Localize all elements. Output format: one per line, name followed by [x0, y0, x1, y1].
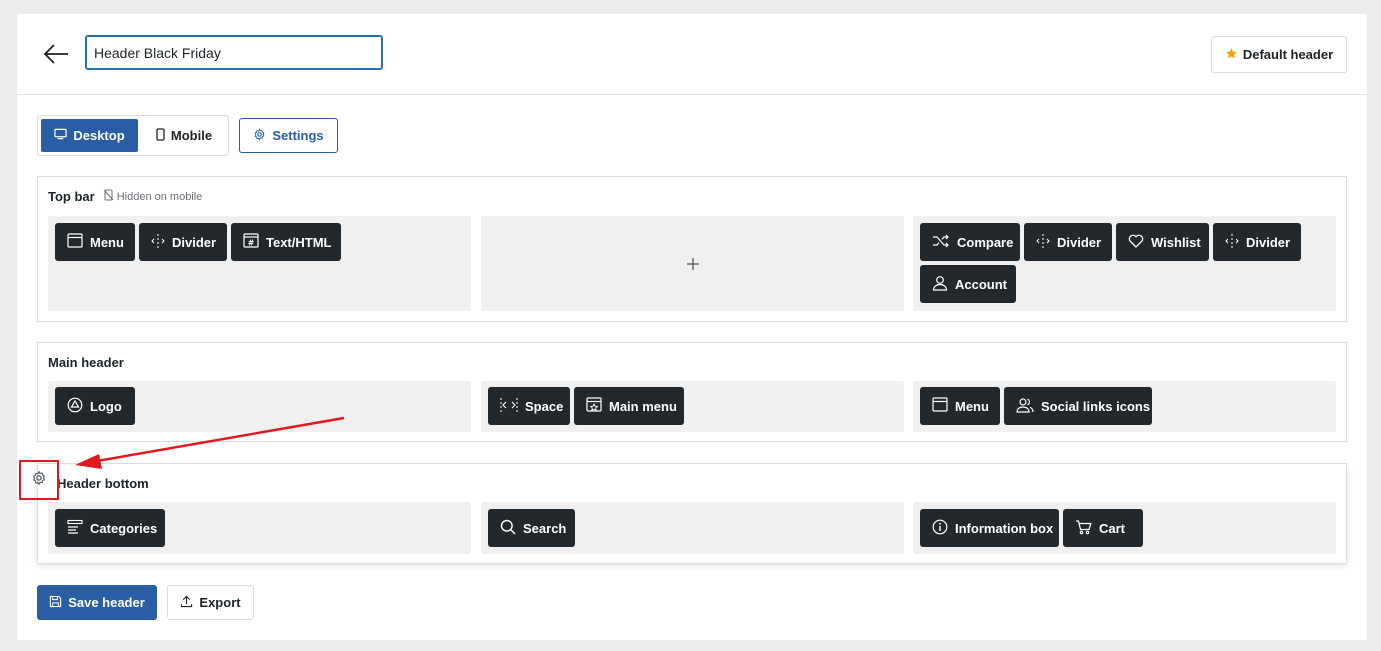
- builder-topbar: Default header: [17, 14, 1367, 95]
- chip-label: Categories: [90, 520, 158, 536]
- chip-label: Menu: [90, 234, 124, 250]
- chip-label: Information box: [955, 520, 1054, 536]
- element-chip[interactable]: Compare: [920, 223, 1020, 261]
- chip-label: Text/HTML: [266, 234, 332, 250]
- hidden-on-mobile-text: Hidden on mobile: [116, 190, 203, 203]
- menu-window-icon: [932, 397, 948, 415]
- users-icon: [1016, 397, 1034, 416]
- gear-icon: [253, 127, 266, 144]
- tab-mobile-label: Mobile: [170, 128, 213, 143]
- header-title-input[interactable]: [85, 35, 383, 70]
- add-element-plus-icon[interactable]: [685, 256, 701, 272]
- zone-left[interactable]: Categories: [48, 502, 471, 554]
- main-menu-icon: [586, 397, 602, 415]
- logo-icon: [67, 397, 83, 416]
- back-arrow-icon[interactable]: [43, 42, 69, 66]
- save-icon: [49, 595, 62, 611]
- tab-desktop[interactable]: Desktop: [41, 119, 138, 152]
- chip-label: Menu: [955, 398, 989, 414]
- zone-center[interactable]: Space Main menu: [481, 381, 904, 432]
- save-header-button[interactable]: Save header: [37, 585, 157, 620]
- settings-label: Settings: [272, 128, 324, 143]
- default-header-label: Default header: [1242, 47, 1334, 62]
- heart-icon: [1128, 234, 1144, 251]
- search-icon: [500, 519, 516, 538]
- categories-icon: [67, 519, 83, 538]
- element-chip[interactable]: Menu: [55, 223, 135, 261]
- header-builder-panel: Default header Desktop Mobile Settings T…: [17, 14, 1367, 640]
- menu-window-icon: [67, 233, 83, 251]
- zone-center[interactable]: Search: [481, 502, 904, 554]
- chip-label: Wishlist: [1151, 234, 1201, 250]
- row-header-bottom: Header bottom Categories Search Informat…: [37, 463, 1347, 564]
- chip-label: Cart: [1099, 520, 1126, 536]
- chip-label: Divider: [172, 234, 217, 250]
- zone-right[interactable]: Information box Cart: [913, 502, 1336, 554]
- row-title: Main header: [48, 355, 124, 370]
- save-header-label: Save header: [68, 595, 145, 610]
- element-chip[interactable]: Social links icons: [1004, 387, 1152, 425]
- element-chip[interactable]: Search: [488, 509, 575, 547]
- desktop-icon: [54, 128, 68, 143]
- element-chip[interactable]: Space: [488, 387, 570, 425]
- element-chip[interactable]: Main menu: [574, 387, 684, 425]
- zone-center[interactable]: [481, 216, 904, 311]
- tab-desktop-label: Desktop: [73, 128, 125, 143]
- chip-label: Account: [955, 276, 1007, 292]
- chip-label: Divider: [1057, 234, 1102, 250]
- tab-mobile[interactable]: Mobile: [142, 119, 226, 152]
- element-chip[interactable]: Wishlist: [1116, 223, 1209, 261]
- element-chip[interactable]: Menu: [920, 387, 1000, 425]
- row-top-bar: Top bar Hidden on mobile Menu Divider # …: [37, 176, 1347, 322]
- svg-text:#: #: [248, 239, 255, 248]
- element-chip[interactable]: Logo: [55, 387, 135, 425]
- chip-label: Divider: [1246, 234, 1291, 250]
- row-title-text: Top bar: [48, 189, 95, 204]
- chip-label: Logo: [90, 398, 122, 414]
- info-icon: [932, 519, 948, 538]
- element-chip[interactable]: Categories: [55, 509, 165, 547]
- element-chip[interactable]: Divider: [1213, 223, 1301, 261]
- export-label: Export: [199, 595, 241, 610]
- text-html-icon: #: [243, 233, 259, 251]
- element-chip[interactable]: Divider: [139, 223, 227, 261]
- upload-icon: [180, 595, 193, 611]
- element-chip[interactable]: Information box: [920, 509, 1059, 547]
- space-icon: [500, 397, 518, 416]
- zone-right[interactable]: Menu Social links icons: [913, 381, 1336, 432]
- device-switcher: Desktop Mobile: [37, 115, 229, 156]
- mobile-icon: [156, 127, 165, 144]
- chip-label: Compare: [957, 234, 1014, 250]
- row-settings-gear-button[interactable]: [19, 460, 59, 500]
- divider-icon: [1036, 233, 1050, 252]
- star-icon: [1225, 47, 1238, 63]
- settings-button[interactable]: Settings: [239, 118, 338, 153]
- chip-label: Space: [525, 398, 564, 414]
- row-title: Header bottom: [57, 476, 149, 491]
- row-title-text: Header bottom: [57, 476, 149, 491]
- user-icon: [932, 275, 948, 294]
- row-main-header: Main header Logo Space Main menu Menu So…: [37, 342, 1347, 442]
- row-title-text: Main header: [48, 355, 124, 370]
- divider-icon: [151, 233, 165, 252]
- row-title: Top bar Hidden on mobile: [48, 189, 202, 204]
- zone-left[interactable]: Menu Divider # Text/HTML: [48, 216, 471, 311]
- export-button[interactable]: Export: [167, 585, 254, 620]
- gear-icon: [31, 470, 47, 491]
- chip-label: Main menu: [609, 398, 677, 414]
- element-chip[interactable]: Divider: [1024, 223, 1112, 261]
- shuffle-icon: [932, 234, 950, 251]
- zone-right[interactable]: Compare Divider Wishlist Divider Account: [913, 216, 1336, 311]
- default-header-button[interactable]: Default header: [1211, 36, 1347, 73]
- element-chip[interactable]: Cart: [1063, 509, 1143, 547]
- hidden-on-mobile-note: Hidden on mobile: [103, 189, 203, 204]
- cart-icon: [1075, 519, 1092, 538]
- chip-label: Social links icons: [1041, 398, 1151, 414]
- element-chip[interactable]: Account: [920, 265, 1016, 303]
- zone-left[interactable]: Logo: [48, 381, 471, 432]
- chip-label: Search: [523, 520, 567, 536]
- mobile-off-icon: [103, 189, 114, 204]
- element-chip[interactable]: # Text/HTML: [231, 223, 341, 261]
- divider-icon: [1225, 233, 1239, 252]
